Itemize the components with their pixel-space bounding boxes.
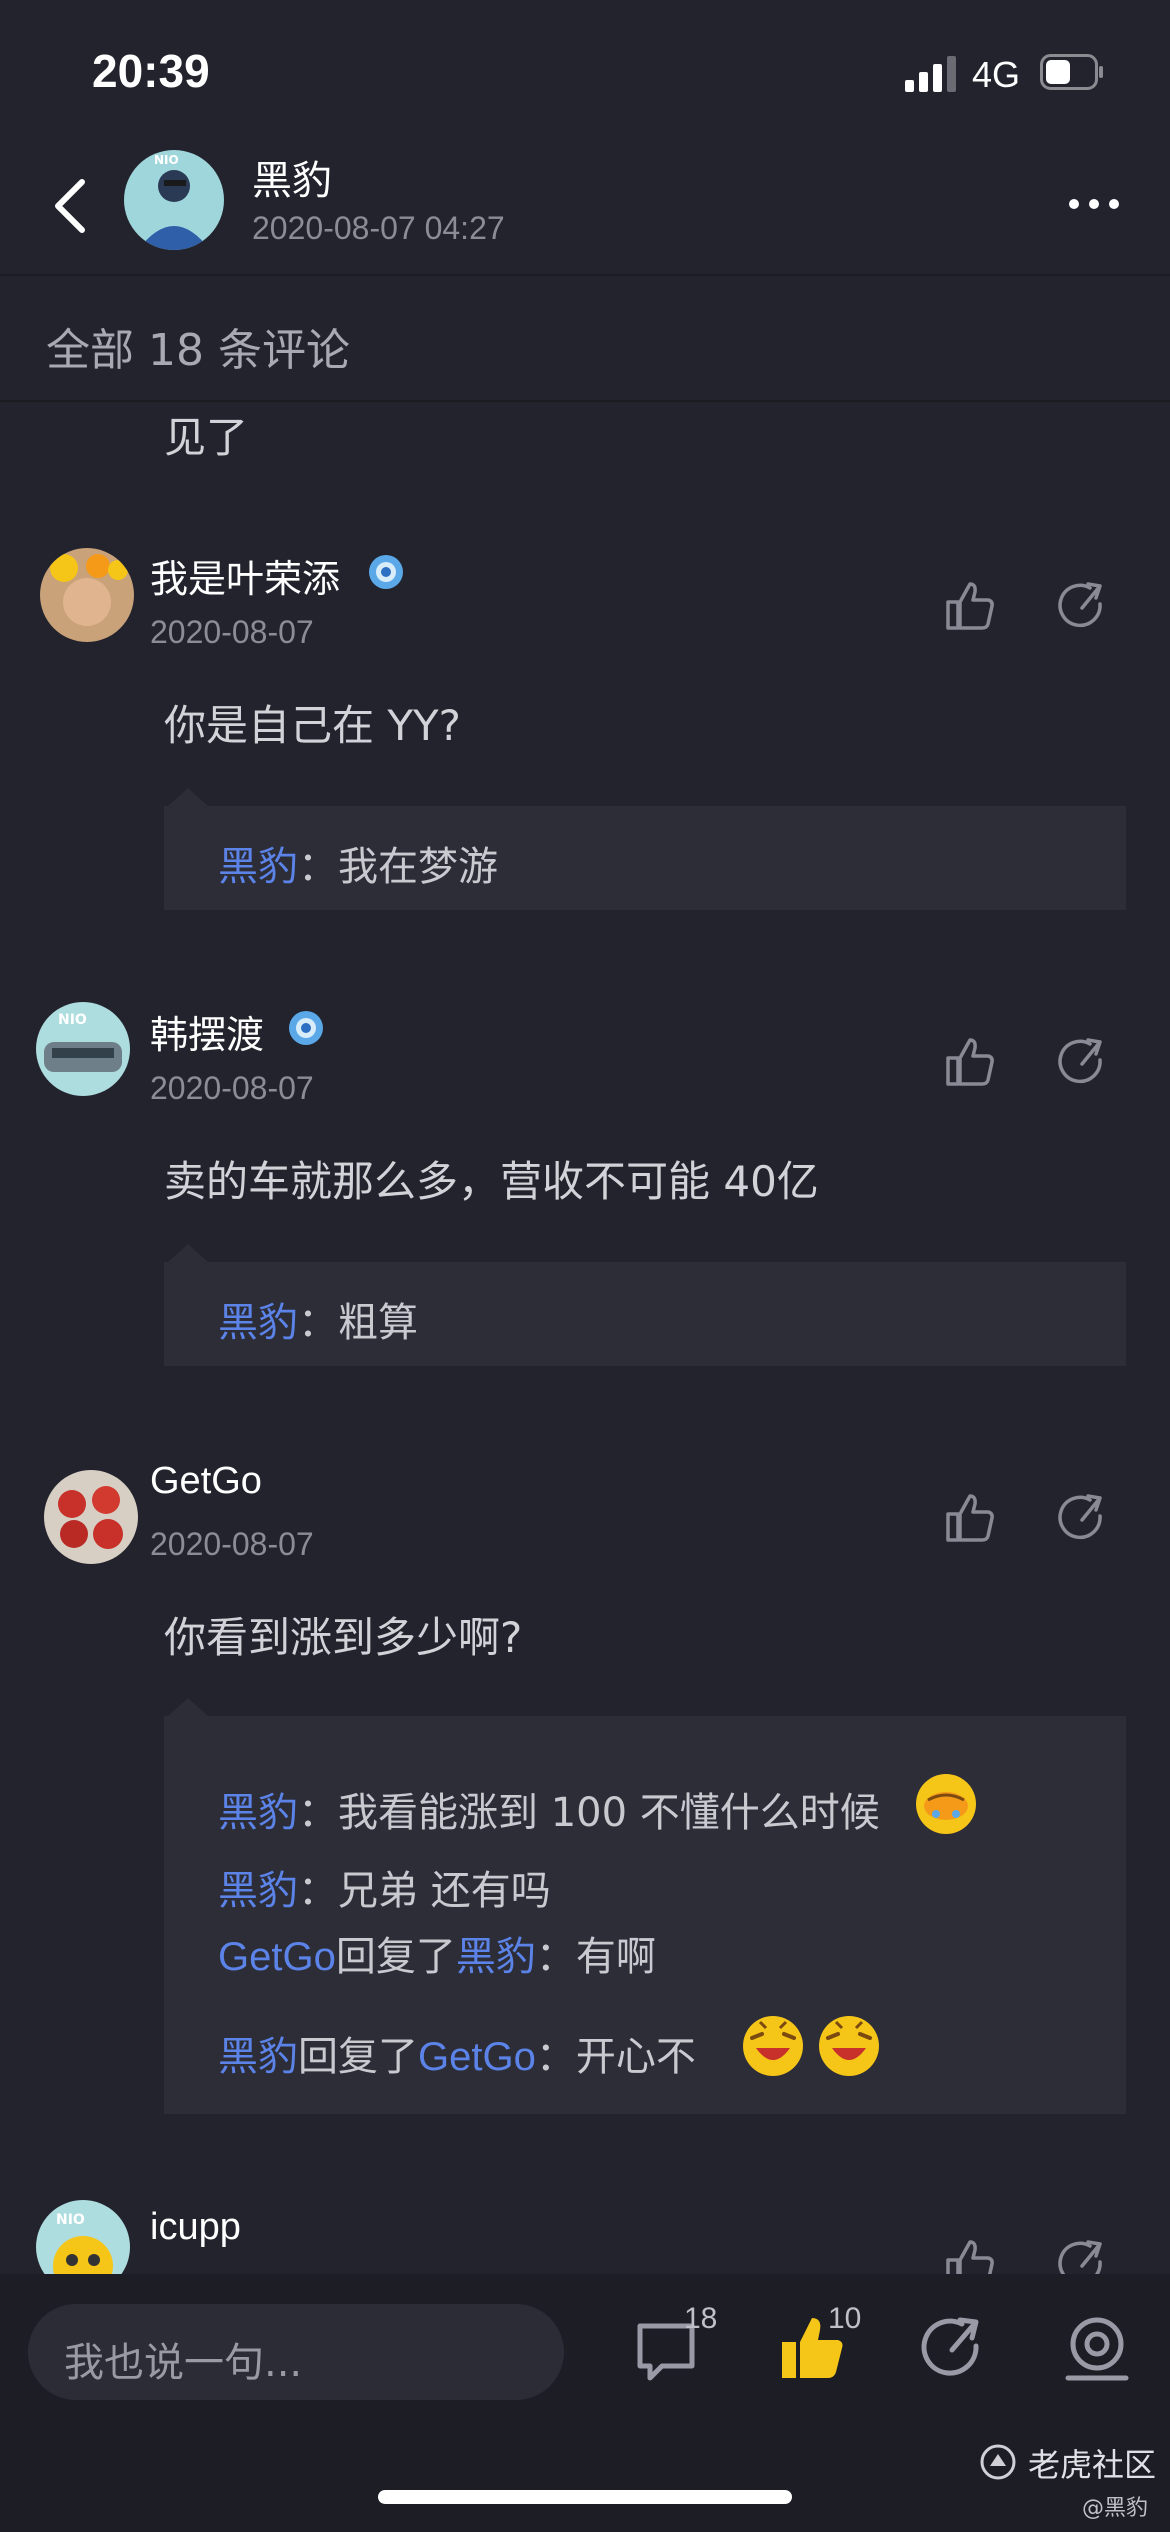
commenter-name[interactable]: 我是叶荣添 — [150, 548, 340, 603]
reply-line[interactable]: GetGo回复了黑豹：有啊 — [218, 1924, 656, 1982]
author-avatar[interactable]: NIO — [124, 150, 224, 250]
commenter-avatar[interactable] — [40, 548, 134, 642]
reply-text: 兄弟 还有吗 — [338, 1868, 551, 1914]
commenter-name[interactable]: 韩摆渡 — [150, 1004, 264, 1059]
reply-sep: ： — [298, 1300, 338, 1346]
commenter-name[interactable]: icupp — [150, 2206, 241, 2249]
reply-sep: ： — [298, 844, 338, 890]
comment-text: 卖的车就那么多，营收不可能 40亿 — [164, 1157, 819, 1206]
divider — [0, 400, 1170, 402]
svg-text:NIO: NIO — [56, 2212, 85, 2228]
reply-user[interactable]: 黑豹 — [218, 1868, 298, 1914]
share-icon[interactable] — [1054, 1490, 1110, 1546]
network-label: 4G — [972, 54, 1021, 95]
comment-date: 2020-08-07 — [150, 1070, 314, 1106]
back-icon[interactable] — [50, 178, 90, 234]
like-icon[interactable] — [942, 1490, 998, 1546]
like-icon[interactable] — [942, 578, 998, 634]
share-icon[interactable] — [918, 2314, 988, 2384]
commenter-name[interactable]: GetGo — [150, 1460, 262, 1503]
like-count: 10 — [828, 2302, 862, 2335]
avatar-photo-icon — [44, 1470, 138, 1564]
comment-date: 2020-08-07 — [150, 1526, 314, 1562]
author-name[interactable]: 黑豹 — [252, 148, 332, 206]
reply-line[interactable]: 黑豹：兄弟 还有吗 — [218, 1858, 551, 1916]
reply-user[interactable]: 黑豹 — [218, 1300, 298, 1346]
reply-text: 我在梦游 — [338, 844, 498, 890]
comment-text: 你看到涨到多少啊? — [164, 1613, 523, 1662]
svg-text:NIO: NIO — [154, 153, 179, 167]
watermark-brand: 老虎社区 — [1028, 2446, 1157, 2484]
commenter-avatar[interactable]: NIO — [36, 1002, 130, 1096]
laughing-tiger-emoji-icon — [743, 2016, 803, 2076]
reply-notch — [166, 788, 210, 808]
comment-input-placeholder[interactable]: 我也说一句... — [64, 2330, 302, 2388]
screenshot-icon[interactable] — [1062, 2314, 1132, 2384]
status-time: 20:39 — [92, 45, 210, 97]
reply-line[interactable]: 黑豹：我看能涨到 100 不懂什么时候 — [218, 1780, 880, 1838]
share-icon[interactable] — [1054, 578, 1110, 634]
share-icon[interactable] — [1054, 1034, 1110, 1090]
reply-line[interactable]: 黑豹：我在梦游 — [218, 834, 498, 892]
reply-sep: ： — [535, 1934, 576, 1980]
tiger-community-logo-icon — [980, 2444, 1016, 2480]
reply-user[interactable]: GetGo — [218, 1935, 336, 1979]
facepalm-emoji-icon — [916, 1774, 976, 1834]
reply-text: 有啊 — [575, 1934, 656, 1980]
comment-text: 你是自己在 YY? — [164, 701, 461, 750]
avatar-photo-icon — [40, 548, 134, 642]
svg-text:NIO: NIO — [58, 1012, 87, 1028]
reply-sep: ： — [298, 1868, 338, 1914]
battery-icon — [1040, 54, 1103, 90]
laughing-tiger-emoji-icon — [819, 2016, 879, 2076]
reply-text: 粗算 — [338, 1300, 418, 1346]
reply-mid: 回复了 — [298, 2034, 418, 2080]
avatar-photo-icon: NIO — [36, 1002, 130, 1096]
comment-count: 18 — [684, 2302, 718, 2335]
reply-sep: ： — [298, 1790, 338, 1836]
reply-user[interactable]: 黑豹 — [218, 844, 298, 890]
watermark-handle: @黑豹 — [1082, 2496, 1149, 2521]
reply-target[interactable]: GetGo — [418, 2035, 536, 2079]
reply-sep: ： — [535, 2034, 576, 2080]
commenter-avatar[interactable] — [44, 1470, 138, 1564]
avatar-photo-icon: NIO — [124, 150, 224, 250]
home-indicator[interactable] — [378, 2490, 792, 2504]
reply-target[interactable]: 黑豹 — [456, 1934, 536, 1980]
verified-badge-icon — [289, 1011, 323, 1045]
reply-text: 我看能涨到 100 不懂什么时候 — [338, 1790, 880, 1836]
like-icon[interactable] — [942, 1034, 998, 1090]
partial-comment-text: 见了 — [164, 413, 249, 462]
reply-text: 开心不 — [575, 2034, 696, 2080]
more-icon[interactable] — [1066, 196, 1122, 212]
comment-date: 2020-08-07 — [150, 614, 314, 650]
signal-icon — [905, 56, 956, 92]
reply-notch — [166, 1698, 210, 1718]
reply-line[interactable]: 黑豹回复了GetGo：开心不 — [218, 2024, 696, 2082]
reply-user[interactable]: 黑豹 — [218, 2034, 298, 2080]
post-timestamp: 2020-08-07 04:27 — [252, 210, 505, 246]
reply-mid: 回复了 — [335, 1934, 456, 1980]
comments-count-label: 全部 18 条评论 — [46, 325, 350, 376]
reply-user[interactable]: 黑豹 — [218, 1790, 298, 1836]
reply-line[interactable]: 黑豹：粗算 — [218, 1290, 418, 1348]
reply-notch — [166, 1244, 210, 1264]
verified-badge-icon — [369, 555, 403, 589]
